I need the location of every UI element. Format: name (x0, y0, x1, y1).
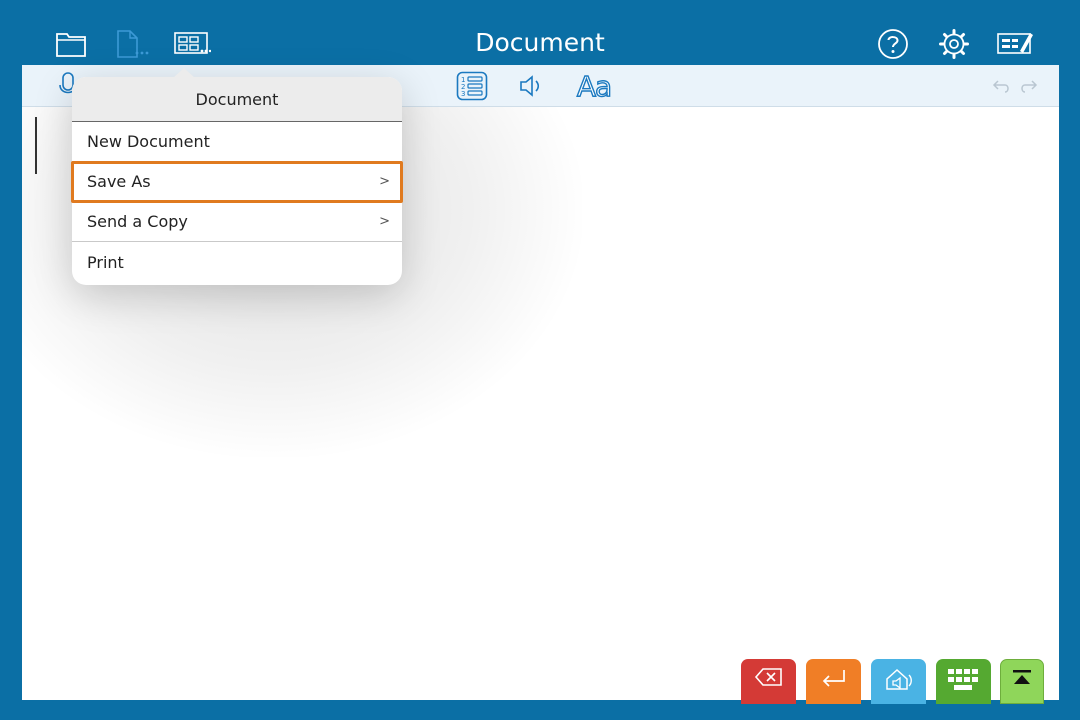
collapse-button[interactable] (1000, 659, 1044, 704)
menu-title: Document (72, 77, 402, 122)
speaker-icon[interactable] (518, 69, 544, 103)
menu-item-label: Print (87, 252, 124, 272)
numbered-list-icon[interactable]: 1 2 3 (456, 69, 488, 103)
menu-item-new-document[interactable]: New Document (72, 122, 402, 162)
menu-item-send-a-copy[interactable]: Send a Copy > (72, 202, 402, 242)
undo-icon[interactable] (992, 69, 1012, 103)
svg-text:3: 3 (461, 90, 465, 98)
speak-button[interactable] (871, 659, 926, 704)
return-button[interactable] (806, 659, 861, 704)
popover-arrow (173, 68, 195, 78)
edit-list-icon[interactable] (996, 26, 1034, 62)
menu-item-save-as[interactable]: Save As > (71, 161, 403, 203)
keyboard-button[interactable] (936, 659, 991, 704)
backspace-icon (754, 667, 784, 691)
collapse-icon (1010, 668, 1034, 692)
menu-item-label: New Document (87, 132, 210, 151)
keyboard-icon (946, 667, 982, 699)
redo-icon[interactable] (1018, 69, 1038, 103)
document-menu: Document New Document Save As > Send a C… (71, 68, 403, 285)
font-settings-button[interactable]: Aa (573, 69, 615, 103)
page-title: Document (475, 28, 605, 57)
backspace-button[interactable] (741, 659, 796, 704)
menu-item-print[interactable]: Print (72, 242, 402, 282)
text-cursor (35, 117, 37, 174)
return-icon (820, 667, 848, 695)
header-bar: Document (0, 0, 1080, 65)
chevron-right-icon: > (379, 174, 390, 189)
help-icon[interactable] (877, 26, 909, 62)
menu-item-label: Save As (87, 172, 151, 191)
gear-icon[interactable] (938, 26, 970, 62)
menu-item-label: Send a Copy (87, 212, 188, 231)
menu-items: New Document Save As > Send a Copy > Pri… (71, 122, 403, 282)
speak-icon (883, 667, 915, 695)
chevron-right-icon: > (379, 214, 390, 229)
